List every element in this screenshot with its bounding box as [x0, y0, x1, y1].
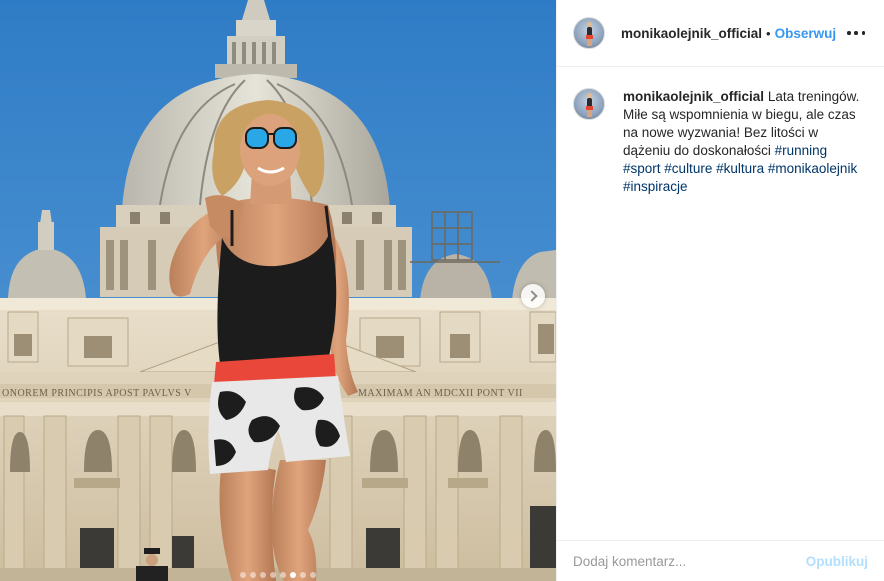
comment-bar: Opublikuj	[557, 540, 884, 581]
post-caption: monikaolejnik_official Lata treningów. M…	[557, 67, 884, 196]
carousel-dot-active	[290, 572, 296, 578]
caption-avatar[interactable]	[573, 88, 605, 120]
avatar[interactable]	[573, 17, 605, 49]
post-header: monikaolejnik_official • Obserwuj	[557, 0, 884, 67]
hashtag-link[interactable]: #inspiracje	[623, 179, 688, 194]
hashtag-link[interactable]: #running	[775, 143, 828, 158]
carousel-dot	[280, 572, 286, 578]
header-separator: •	[766, 25, 771, 41]
publish-button[interactable]: Opublikuj	[806, 554, 868, 569]
follow-button[interactable]: Obserwuj	[775, 26, 837, 41]
carousel-dot	[270, 572, 276, 578]
post-side-panel: monikaolejnik_official • Obserwuj monika…	[556, 0, 884, 581]
carousel-dot	[300, 572, 306, 578]
caption-text-block: monikaolejnik_official Lata treningów. M…	[623, 88, 868, 196]
carousel-next-button[interactable]	[521, 284, 545, 308]
hashtag-link[interactable]: #culture	[664, 161, 712, 176]
hashtag-link[interactable]: #kultura	[716, 161, 764, 176]
instagram-post: ONOREM PRINCIPIS APOST PAVLVS V MAXIMAM …	[0, 0, 884, 581]
carousel-dot	[250, 572, 256, 578]
carousel-dot	[310, 572, 316, 578]
facade-inscription-right: MAXIMAM AN MDCXII PONT VII	[358, 388, 523, 399]
comment-input[interactable]	[573, 553, 806, 569]
carousel-dot	[260, 572, 266, 578]
chevron-right-icon	[525, 290, 538, 302]
hashtag-link[interactable]: #monikaolejnik	[768, 161, 857, 176]
more-options-icon[interactable]	[844, 21, 868, 45]
carousel-dot	[240, 572, 246, 578]
caption-username[interactable]: monikaolejnik_official	[623, 89, 764, 104]
photo-scene: ONOREM PRINCIPIS APOST PAVLVS V MAXIMAM …	[0, 0, 556, 581]
facade-inscription-left: ONOREM PRINCIPIS APOST PAVLVS V	[2, 388, 192, 399]
hashtag-link[interactable]: #sport	[623, 161, 661, 176]
post-photo[interactable]: ONOREM PRINCIPIS APOST PAVLVS V MAXIMAM …	[0, 0, 556, 581]
carousel-indicator	[0, 572, 556, 578]
header-username[interactable]: monikaolejnik_official	[621, 26, 762, 41]
